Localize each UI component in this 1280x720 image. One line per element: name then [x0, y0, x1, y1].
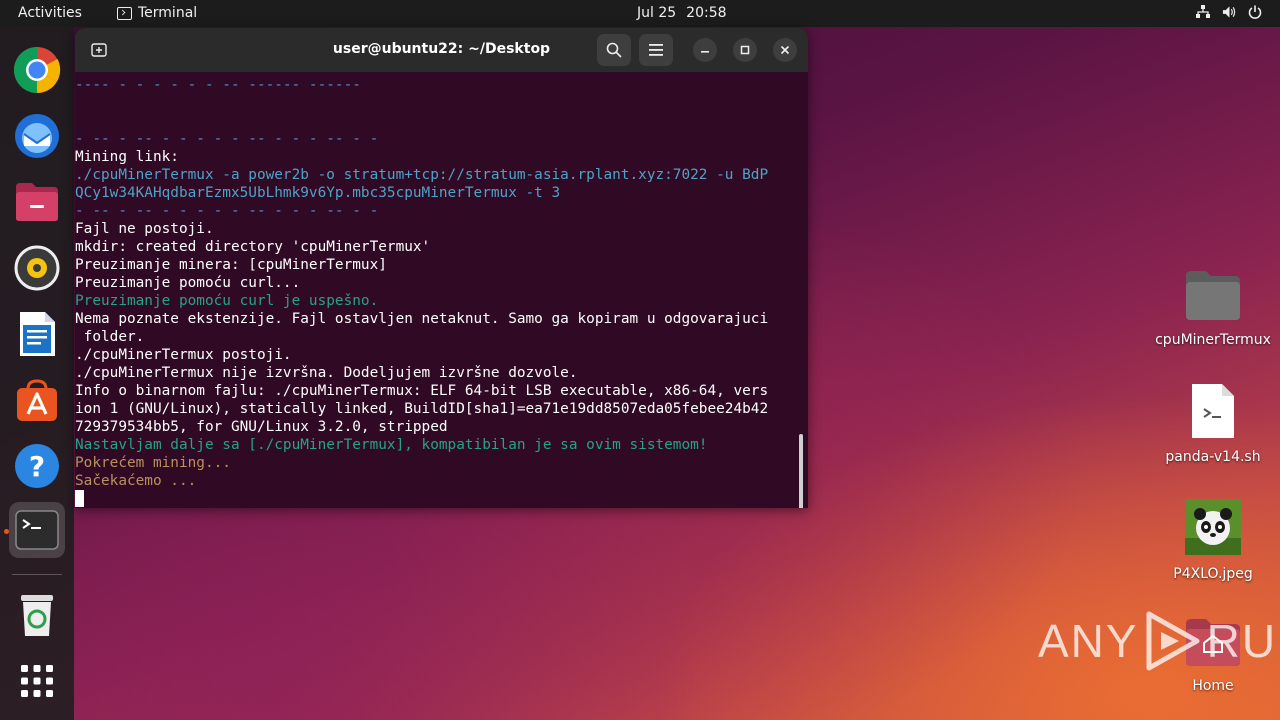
app-center-icon[interactable]	[9, 372, 65, 428]
terminal-line: ---- - - - - - - -- ------ ------	[75, 77, 361, 93]
watermark-logo-text: RUN	[1206, 615, 1280, 667]
watermark-logo-text: ANY	[1038, 615, 1139, 667]
close-button[interactable]	[773, 38, 797, 62]
terminal-line: mkdir: created directory 'cpuMinerTermux…	[75, 239, 431, 255]
desktop-item-label: cpuMinerTermux	[1155, 332, 1271, 348]
hamburger-icon	[649, 44, 663, 56]
play-logo-icon	[1146, 611, 1200, 671]
top-bar: Activities Terminal Jul 25 20:58	[0, 0, 1280, 27]
chrome-icon[interactable]	[9, 42, 65, 98]
volume-icon	[1222, 5, 1236, 19]
desktop-item-panda-v14[interactable]: panda-v14.sh	[1153, 383, 1273, 465]
hamburger-menu-button[interactable]	[639, 34, 673, 66]
terminal-icon[interactable]	[9, 502, 65, 558]
terminal-running-indicator	[4, 529, 9, 534]
terminal-line: - -- - -- - - - - - -- - - - -- - -	[75, 131, 379, 147]
network-icon	[1196, 5, 1210, 19]
app-menu-label: Terminal	[138, 5, 198, 21]
terminal-line: Nastavljam dalje sa [./cpuMinerTermux], …	[75, 437, 708, 453]
trash-icon[interactable]	[9, 587, 65, 643]
desktop-item-label: Home	[1192, 678, 1234, 694]
activities-button[interactable]: Activities	[18, 5, 82, 21]
terminal-line: ion 1 (GNU/Linux), statically linked, Bu…	[75, 401, 769, 417]
terminal-line: QCy1w34KAHqdbarEzmx5UbLhmk9v6Yp.mbc35cpu…	[75, 185, 561, 201]
terminal-output[interactable]: ---- - - - - - - -- ------ ------ - -- -…	[75, 72, 808, 508]
minimize-icon	[701, 51, 709, 53]
help-icon[interactable]: ?	[9, 438, 65, 494]
system-tray[interactable]	[1196, 5, 1262, 19]
terminal-line: Preuzimanje minera: [cpuMinerTermux]	[75, 257, 387, 273]
terminal-line: Preuzimanje pomoću curl je uspešno.	[75, 293, 379, 309]
terminal-line: Info o binarnom fajlu: ./cpuMinerTermux:…	[75, 383, 769, 399]
close-icon	[780, 45, 790, 55]
maximize-icon	[740, 45, 750, 55]
terminal-line: Nema poznate ekstenzije. Fajl ostavljen …	[75, 311, 769, 327]
desktop-item-label: P4XLO.jpeg	[1173, 566, 1253, 582]
app-menu[interactable]: Terminal	[117, 5, 197, 21]
image-file-icon	[1185, 499, 1241, 555]
dock-separator	[12, 574, 62, 575]
terminal-cursor	[75, 490, 84, 507]
script-file-icon	[1192, 384, 1234, 438]
terminal-line: Mining link:	[75, 149, 179, 165]
terminal-line: ./cpuMinerTermux -a power2b -o stratum+t…	[75, 167, 769, 183]
desktop-item-cpuminertermux[interactable]: cpuMinerTermux	[1153, 268, 1273, 348]
terminal-line: Pokrećem mining...	[75, 455, 231, 471]
terminal-window[interactable]: user@ubuntu22: ~/Desktop ---- - - - - - …	[75, 28, 808, 508]
folder-icon	[1186, 271, 1240, 320]
dock: ?	[0, 27, 74, 720]
clock-time: 20:58	[686, 5, 727, 21]
terminal-titlebar[interactable]: user@ubuntu22: ~/Desktop	[75, 28, 808, 72]
desktop-item-p4xlo[interactable]: P4XLO.jpeg	[1153, 498, 1273, 582]
terminal-line: Preuzimanje pomoću curl...	[75, 275, 301, 291]
thunderbird-icon[interactable]	[9, 108, 65, 164]
terminal-line: folder.	[75, 329, 145, 345]
terminal-line: 729379534bb5, for GNU/Linux 3.2.0, strip…	[75, 419, 448, 435]
clock-date: Jul 25	[637, 5, 677, 21]
rhythmbox-icon[interactable]	[9, 240, 65, 296]
terminal-line: ./cpuMinerTermux postoji.	[75, 347, 292, 363]
terminal-line: ./cpuMinerTermux nije izvršna. Dodeljuje…	[75, 365, 578, 381]
terminal-line: Fajl ne postoji.	[75, 221, 214, 237]
terminal-line: Sačekaćemo ...	[75, 473, 197, 489]
anyrun-watermark: ANY RUN	[1038, 610, 1280, 672]
desktop-item-label: panda-v14.sh	[1165, 449, 1261, 465]
maximize-button[interactable]	[733, 38, 757, 62]
terminal-scrollbar[interactable]	[799, 434, 803, 508]
svg-text:?: ?	[29, 450, 45, 483]
power-icon	[1248, 5, 1262, 19]
search-icon	[606, 42, 622, 58]
minimize-button[interactable]	[693, 38, 717, 62]
clock[interactable]: Jul 25 20:58	[637, 5, 727, 21]
app-grid-icon[interactable]	[9, 653, 65, 709]
search-button[interactable]	[597, 34, 631, 66]
files-icon[interactable]	[9, 174, 65, 230]
writer-icon[interactable]	[9, 306, 65, 362]
terminal-app-icon	[117, 6, 132, 20]
terminal-line: - -- - -- - - - - - -- - - - -- - -	[75, 203, 379, 219]
